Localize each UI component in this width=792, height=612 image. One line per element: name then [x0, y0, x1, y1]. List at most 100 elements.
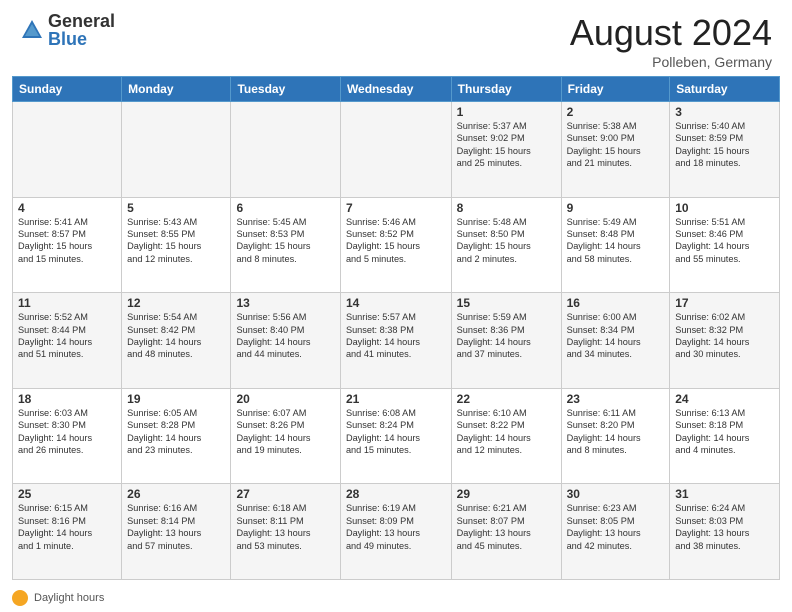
day-number: 22 — [457, 392, 556, 406]
calendar: SundayMondayTuesdayWednesdayThursdayFrid… — [0, 76, 792, 588]
calendar-cell: 25Sunrise: 6:15 AM Sunset: 8:16 PM Dayli… — [13, 484, 122, 580]
calendar-cell — [340, 102, 451, 198]
calendar-cell — [13, 102, 122, 198]
day-info: Sunrise: 5:51 AM Sunset: 8:46 PM Dayligh… — [675, 216, 774, 266]
calendar-table: SundayMondayTuesdayWednesdayThursdayFrid… — [12, 76, 780, 580]
day-header-friday: Friday — [561, 77, 670, 102]
day-number: 2 — [567, 105, 665, 119]
day-info: Sunrise: 6:05 AM Sunset: 8:28 PM Dayligh… — [127, 407, 225, 457]
day-number: 24 — [675, 392, 774, 406]
day-info: Sunrise: 6:13 AM Sunset: 8:18 PM Dayligh… — [675, 407, 774, 457]
week-row-4: 18Sunrise: 6:03 AM Sunset: 8:30 PM Dayli… — [13, 388, 780, 484]
day-number: 8 — [457, 201, 556, 215]
day-number: 28 — [346, 487, 446, 501]
calendar-cell: 28Sunrise: 6:19 AM Sunset: 8:09 PM Dayli… — [340, 484, 451, 580]
day-info: Sunrise: 6:00 AM Sunset: 8:34 PM Dayligh… — [567, 311, 665, 361]
day-header-wednesday: Wednesday — [340, 77, 451, 102]
week-row-5: 25Sunrise: 6:15 AM Sunset: 8:16 PM Dayli… — [13, 484, 780, 580]
calendar-cell: 14Sunrise: 5:57 AM Sunset: 8:38 PM Dayli… — [340, 293, 451, 389]
day-number: 21 — [346, 392, 446, 406]
calendar-cell — [122, 102, 231, 198]
calendar-cell: 18Sunrise: 6:03 AM Sunset: 8:30 PM Dayli… — [13, 388, 122, 484]
sun-icon — [12, 590, 28, 606]
week-row-2: 4Sunrise: 5:41 AM Sunset: 8:57 PM Daylig… — [13, 197, 780, 293]
day-number: 25 — [18, 487, 116, 501]
day-number: 23 — [567, 392, 665, 406]
day-number: 29 — [457, 487, 556, 501]
calendar-cell: 26Sunrise: 6:16 AM Sunset: 8:14 PM Dayli… — [122, 484, 231, 580]
calendar-cell: 21Sunrise: 6:08 AM Sunset: 8:24 PM Dayli… — [340, 388, 451, 484]
day-info: Sunrise: 5:38 AM Sunset: 9:00 PM Dayligh… — [567, 120, 665, 170]
day-info: Sunrise: 5:46 AM Sunset: 8:52 PM Dayligh… — [346, 216, 446, 266]
day-info: Sunrise: 5:52 AM Sunset: 8:44 PM Dayligh… — [18, 311, 116, 361]
day-number: 5 — [127, 201, 225, 215]
logo-general: General — [48, 12, 115, 30]
day-number: 20 — [236, 392, 334, 406]
day-number: 11 — [18, 296, 116, 310]
day-info: Sunrise: 6:11 AM Sunset: 8:20 PM Dayligh… — [567, 407, 665, 457]
day-number: 14 — [346, 296, 446, 310]
day-number: 1 — [457, 105, 556, 119]
calendar-cell: 16Sunrise: 6:00 AM Sunset: 8:34 PM Dayli… — [561, 293, 670, 389]
location: Polleben, Germany — [570, 54, 772, 70]
day-number: 17 — [675, 296, 774, 310]
day-number: 27 — [236, 487, 334, 501]
day-number: 16 — [567, 296, 665, 310]
calendar-cell: 15Sunrise: 5:59 AM Sunset: 8:36 PM Dayli… — [451, 293, 561, 389]
day-info: Sunrise: 5:45 AM Sunset: 8:53 PM Dayligh… — [236, 216, 334, 266]
day-number: 31 — [675, 487, 774, 501]
day-info: Sunrise: 5:43 AM Sunset: 8:55 PM Dayligh… — [127, 216, 225, 266]
calendar-cell: 2Sunrise: 5:38 AM Sunset: 9:00 PM Daylig… — [561, 102, 670, 198]
day-info: Sunrise: 6:08 AM Sunset: 8:24 PM Dayligh… — [346, 407, 446, 457]
header-row: SundayMondayTuesdayWednesdayThursdayFrid… — [13, 77, 780, 102]
calendar-cell: 30Sunrise: 6:23 AM Sunset: 8:05 PM Dayli… — [561, 484, 670, 580]
calendar-cell: 12Sunrise: 5:54 AM Sunset: 8:42 PM Dayli… — [122, 293, 231, 389]
calendar-cell: 4Sunrise: 5:41 AM Sunset: 8:57 PM Daylig… — [13, 197, 122, 293]
calendar-cell: 19Sunrise: 6:05 AM Sunset: 8:28 PM Dayli… — [122, 388, 231, 484]
day-header-sunday: Sunday — [13, 77, 122, 102]
day-info: Sunrise: 6:02 AM Sunset: 8:32 PM Dayligh… — [675, 311, 774, 361]
day-info: Sunrise: 6:18 AM Sunset: 8:11 PM Dayligh… — [236, 502, 334, 552]
day-info: Sunrise: 5:48 AM Sunset: 8:50 PM Dayligh… — [457, 216, 556, 266]
footer: Daylight hours — [0, 588, 792, 612]
day-info: Sunrise: 5:40 AM Sunset: 8:59 PM Dayligh… — [675, 120, 774, 170]
page: General Blue August 2024 Polleben, Germa… — [0, 0, 792, 612]
day-header-saturday: Saturday — [670, 77, 780, 102]
calendar-cell: 6Sunrise: 5:45 AM Sunset: 8:53 PM Daylig… — [231, 197, 340, 293]
calendar-cell — [231, 102, 340, 198]
calendar-cell: 29Sunrise: 6:21 AM Sunset: 8:07 PM Dayli… — [451, 484, 561, 580]
day-info: Sunrise: 5:54 AM Sunset: 8:42 PM Dayligh… — [127, 311, 225, 361]
day-number: 15 — [457, 296, 556, 310]
day-number: 3 — [675, 105, 774, 119]
calendar-cell: 31Sunrise: 6:24 AM Sunset: 8:03 PM Dayli… — [670, 484, 780, 580]
calendar-cell: 5Sunrise: 5:43 AM Sunset: 8:55 PM Daylig… — [122, 197, 231, 293]
day-info: Sunrise: 6:15 AM Sunset: 8:16 PM Dayligh… — [18, 502, 116, 552]
week-row-3: 11Sunrise: 5:52 AM Sunset: 8:44 PM Dayli… — [13, 293, 780, 389]
day-info: Sunrise: 5:37 AM Sunset: 9:02 PM Dayligh… — [457, 120, 556, 170]
day-info: Sunrise: 6:16 AM Sunset: 8:14 PM Dayligh… — [127, 502, 225, 552]
day-number: 12 — [127, 296, 225, 310]
calendar-cell: 20Sunrise: 6:07 AM Sunset: 8:26 PM Dayli… — [231, 388, 340, 484]
calendar-cell: 13Sunrise: 5:56 AM Sunset: 8:40 PM Dayli… — [231, 293, 340, 389]
day-info: Sunrise: 6:24 AM Sunset: 8:03 PM Dayligh… — [675, 502, 774, 552]
day-number: 18 — [18, 392, 116, 406]
calendar-cell: 24Sunrise: 6:13 AM Sunset: 8:18 PM Dayli… — [670, 388, 780, 484]
calendar-cell: 8Sunrise: 5:48 AM Sunset: 8:50 PM Daylig… — [451, 197, 561, 293]
day-info: Sunrise: 6:23 AM Sunset: 8:05 PM Dayligh… — [567, 502, 665, 552]
footer-label: Daylight hours — [34, 592, 104, 604]
day-number: 6 — [236, 201, 334, 215]
day-info: Sunrise: 5:49 AM Sunset: 8:48 PM Dayligh… — [567, 216, 665, 266]
day-header-tuesday: Tuesday — [231, 77, 340, 102]
calendar-cell: 17Sunrise: 6:02 AM Sunset: 8:32 PM Dayli… — [670, 293, 780, 389]
day-number: 9 — [567, 201, 665, 215]
day-info: Sunrise: 6:19 AM Sunset: 8:09 PM Dayligh… — [346, 502, 446, 552]
calendar-cell: 3Sunrise: 5:40 AM Sunset: 8:59 PM Daylig… — [670, 102, 780, 198]
logo-icon — [20, 18, 44, 42]
day-number: 19 — [127, 392, 225, 406]
day-number: 4 — [18, 201, 116, 215]
day-header-thursday: Thursday — [451, 77, 561, 102]
calendar-cell: 10Sunrise: 5:51 AM Sunset: 8:46 PM Dayli… — [670, 197, 780, 293]
day-number: 7 — [346, 201, 446, 215]
calendar-cell: 27Sunrise: 6:18 AM Sunset: 8:11 PM Dayli… — [231, 484, 340, 580]
logo-text: General Blue — [48, 12, 115, 48]
